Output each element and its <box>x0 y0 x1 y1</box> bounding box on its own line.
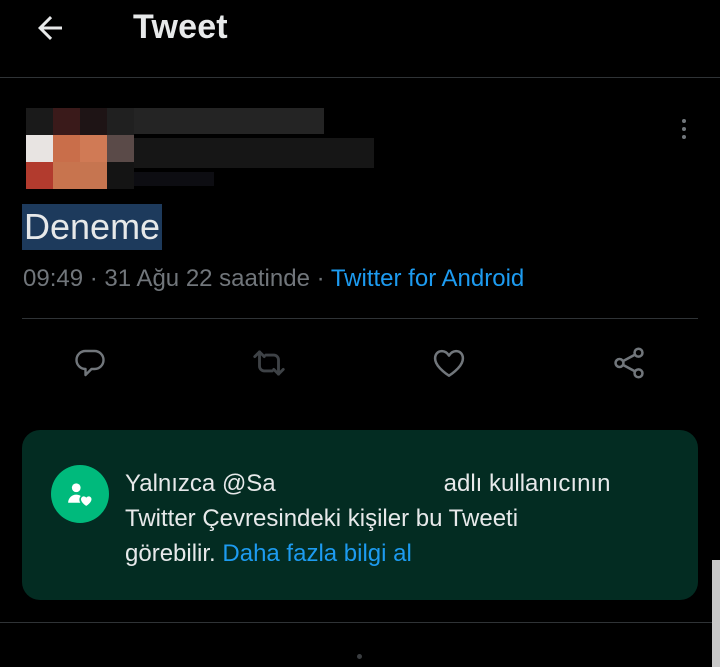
retweet-icon <box>253 350 285 376</box>
author-handle-redacted <box>134 138 374 168</box>
retweet-button[interactable] <box>246 340 292 386</box>
reply-button[interactable] <box>67 340 113 386</box>
top-app-bar: Tweet <box>0 0 720 78</box>
more-dot <box>682 127 686 131</box>
tweet-meta: 09:49 · 31 Ağu 22 saatinde · Twitter for… <box>23 265 524 293</box>
notice-line3-prefix: görebilir. <box>125 540 216 567</box>
heart-icon <box>433 349 465 377</box>
notice-line1-suffix: adlı kullanıcının <box>443 470 611 497</box>
meta-separator: · <box>89 265 98 292</box>
loading-dot <box>357 654 362 659</box>
reply-icon <box>75 349 105 377</box>
tweet-source-link[interactable]: Twitter for Android <box>331 265 524 292</box>
more-dot <box>682 135 686 139</box>
notice-line1-prefix: Yalnızca @Sa <box>125 470 276 497</box>
circle-people-icon <box>51 465 109 523</box>
like-button[interactable] <box>426 340 472 386</box>
circle-visibility-notice: Yalnızca @Sa adlı kullanıcının Twitter Çe… <box>22 430 698 600</box>
more-dot <box>682 119 686 123</box>
people-heart-icon <box>68 483 92 506</box>
tweet-date: 31 Ağu 22 saatinde <box>104 265 310 292</box>
notice-text: Yalnızca @Sa adlı kullanıcının Twitter Çe… <box>125 466 665 571</box>
avatar[interactable] <box>26 108 134 189</box>
author-redacted-strip <box>134 172 214 186</box>
meta-separator: · <box>316 265 325 292</box>
tweet-time: 09:49 <box>23 265 84 292</box>
tweet-text: Deneme <box>22 204 163 250</box>
back-button[interactable] <box>28 6 72 50</box>
more-options-button[interactable] <box>670 114 698 144</box>
tweet-author[interactable] <box>26 80 386 190</box>
share-button[interactable] <box>606 340 652 386</box>
share-icon <box>614 347 644 379</box>
divider <box>22 318 698 319</box>
scrollbar[interactable] <box>712 560 720 667</box>
author-display-name-redacted <box>134 108 324 134</box>
tweet-actions <box>0 340 720 386</box>
divider <box>0 622 720 623</box>
learn-more-link[interactable]: Daha fazla bilgi al <box>222 540 411 567</box>
arrow-left-icon <box>38 16 62 40</box>
page-title: Tweet <box>133 8 228 46</box>
notice-line2: Twitter Çevresindeki kişiler bu Tweeti <box>125 505 519 532</box>
